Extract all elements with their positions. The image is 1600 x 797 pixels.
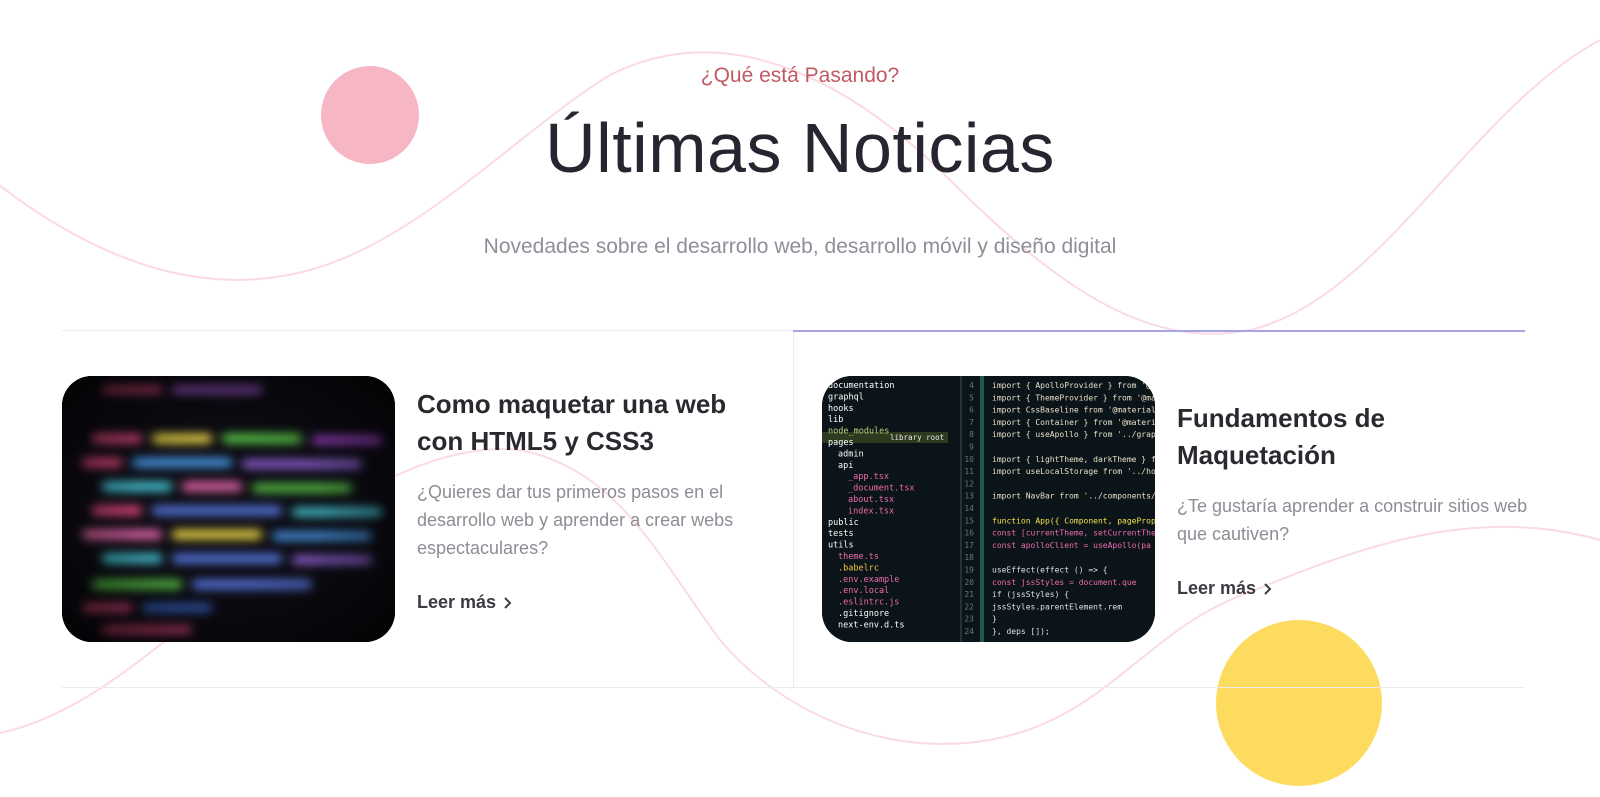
line-number: 4 <box>969 381 974 390</box>
code-line: import { Container } from '@material-ui/… <box>992 418 1155 427</box>
file-tree-item: utils <box>828 541 854 551</box>
line-number: 10 <box>964 455 974 464</box>
code-line: } <box>992 615 997 624</box>
file-tree-item: .gitignore <box>838 609 889 619</box>
file-tree-item: hooks <box>828 404 854 414</box>
file-tree-item: _app.tsx <box>848 472 889 482</box>
file-tree-item: documentation <box>828 381 895 391</box>
news-card-image[interactable]: documentation graphql hooks lib node_modules… <box>822 376 1155 642</box>
news-grid: Como maquetar una web con HTML5 y CSS3 ¿… <box>62 330 1527 688</box>
file-tree-item: .eslintrc.js <box>838 598 899 608</box>
file-tree-item: tests <box>828 529 854 539</box>
file-tree-item: public <box>828 518 859 528</box>
section-subtitle: Novedades sobre el desarrollo web, desar… <box>483 235 1117 258</box>
file-tree-item: lib <box>828 415 843 425</box>
line-number: 11 <box>964 467 974 476</box>
file-tree-item: theme.ts <box>838 552 879 562</box>
line-number: 22 <box>964 602 974 611</box>
news-card-excerpt: ¿Te gustaría aprender a construir sitios… <box>1177 496 1528 544</box>
code-line: const jssStyles = document.que <box>992 578 1137 587</box>
read-more-label: Leer más <box>1177 578 1257 598</box>
grid-divider <box>793 331 794 687</box>
blurred-code-image <box>62 376 395 642</box>
line-number: 12 <box>964 479 974 488</box>
code-line: jssStyles.parentElement.rem <box>992 602 1122 611</box>
section-eyebrow: ¿Qué está Pasando? <box>700 64 900 87</box>
active-card-accent-line <box>793 330 1525 332</box>
chevron-right-icon <box>1264 582 1272 595</box>
line-number: 8 <box>969 430 974 439</box>
code-line: import { lightTheme, darkTheme } from '.… <box>992 455 1155 464</box>
file-tree-item: about.tsx <box>848 495 894 505</box>
file-tree-item: .env.example <box>838 575 899 585</box>
code-line: const apolloClient = useApollo(pa <box>992 541 1151 550</box>
code-line: import NavBar from '../components/NavB <box>992 492 1155 501</box>
code-line: import { useApollo } from '../graphql/cl… <box>992 430 1155 439</box>
line-number: 21 <box>964 590 974 599</box>
code-line: import { ThemeProvider } from '@material… <box>992 393 1155 402</box>
code-line: import { ApolloProvider } from '@apollo/… <box>992 381 1155 390</box>
news-card-title[interactable]: Como maquetar una web con HTML5 y CSS3 <box>417 386 777 460</box>
file-tree-item: api <box>838 461 853 471</box>
code-line: import useLocalStorage from '../hooks/us <box>992 467 1155 476</box>
read-more-link[interactable]: Leer más <box>417 592 512 613</box>
code-line: function App({ Component, pageProps } <box>992 516 1155 525</box>
news-card-body: Como maquetar una web con HTML5 y CSS3 ¿… <box>417 386 777 613</box>
line-number: 7 <box>969 418 974 427</box>
chevron-right-icon <box>504 596 512 609</box>
line-number: 6 <box>969 406 974 415</box>
line-number: 14 <box>964 504 974 513</box>
file-tree-item: pages <box>828 438 854 448</box>
news-card: Como maquetar una web con HTML5 y CSS3 ¿… <box>62 376 774 642</box>
code-line: }, deps []); <box>992 627 1050 636</box>
news-card: documentation graphql hooks lib node_modules… <box>822 376 1527 642</box>
line-number: 17 <box>964 541 974 550</box>
news-card-image[interactable] <box>62 376 395 642</box>
file-tree-item: index.tsx <box>848 506 894 516</box>
line-number: 23 <box>964 615 974 624</box>
news-card-excerpt: ¿Quieres dar tus primeros pasos en el de… <box>417 482 734 558</box>
file-tree-item: .env.local <box>838 586 889 596</box>
line-number: 24 <box>964 627 974 636</box>
file-tree-item: node_modules <box>828 427 889 437</box>
section-title: Últimas Noticias <box>545 109 1055 187</box>
read-more-link[interactable]: Leer más <box>1177 578 1272 599</box>
line-number: 18 <box>964 553 974 562</box>
library-root-badge: library root <box>890 433 944 442</box>
line-number: 16 <box>964 529 974 538</box>
code-line: if (jssStyles) { <box>992 590 1069 599</box>
code-line: useEffect(effect () => { <box>992 566 1108 575</box>
file-tree-item: next-env.d.ts <box>838 620 905 630</box>
file-tree-item: admin <box>838 449 864 459</box>
code-line: import CssBaseline from '@material-ui/co… <box>992 406 1155 415</box>
line-number: 5 <box>969 393 974 402</box>
news-card-title[interactable]: Fundamentos de Maquetación <box>1177 400 1537 474</box>
line-number: 19 <box>964 566 974 575</box>
read-more-label: Leer más <box>417 592 497 612</box>
news-card-body: Fundamentos de Maquetación ¿Te gustaría … <box>1177 400 1537 599</box>
file-tree-item: .babelrc <box>838 563 879 573</box>
file-tree-item: _document.tsx <box>848 484 915 494</box>
line-number: 9 <box>969 443 974 452</box>
code-editor-image: documentationgraphql hookslib node_modules… <box>822 376 1155 642</box>
file-tree-item: graphql <box>828 392 864 402</box>
line-number: 20 <box>964 578 974 587</box>
code-line: const [currentTheme, setCurrentThe <box>992 529 1155 538</box>
line-number: 15 <box>964 516 974 525</box>
line-number: 13 <box>964 492 974 501</box>
